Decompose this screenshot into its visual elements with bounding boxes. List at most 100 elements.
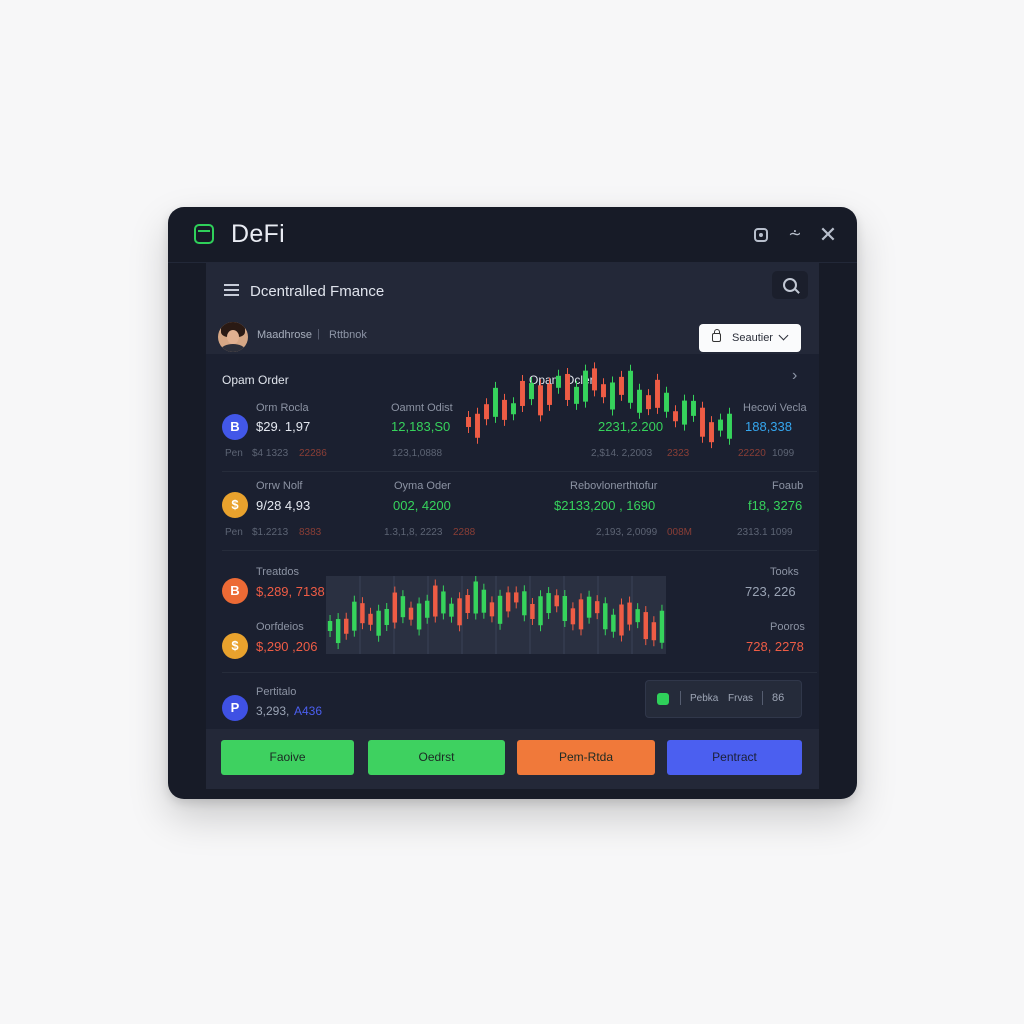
divider bbox=[222, 471, 817, 472]
candle-down bbox=[700, 407, 705, 437]
app-title: DeFi bbox=[231, 220, 285, 248]
candle-down bbox=[465, 595, 470, 614]
search-button[interactable] bbox=[772, 271, 808, 299]
menu-icon[interactable] bbox=[224, 284, 239, 296]
row-value: $29. 1,97 bbox=[256, 419, 311, 434]
candle-up bbox=[376, 610, 381, 636]
portfolio-label: Pertitalo bbox=[256, 686, 297, 698]
candle-down bbox=[646, 395, 651, 410]
candle-up bbox=[522, 591, 527, 616]
row-label: Rebovlonerthtofur bbox=[570, 480, 658, 492]
avatar[interactable] bbox=[218, 322, 248, 352]
candle-down bbox=[547, 383, 552, 405]
candle-up bbox=[682, 400, 687, 425]
orders-panel: Opam Order Opam Ocler. › B Orm Rocla $29… bbox=[206, 354, 819, 729]
candle-up bbox=[352, 601, 357, 631]
settings-icon[interactable] bbox=[750, 224, 772, 246]
market-value: 723, 226 bbox=[745, 584, 796, 599]
market-label: Tooks bbox=[770, 566, 799, 578]
row-sub: 123,1,0888 bbox=[392, 448, 443, 459]
candle-up bbox=[497, 595, 503, 624]
coin-icon: $ bbox=[222, 492, 248, 518]
action-bar: Faoive Oedrst Pem-Rtda Pentract bbox=[206, 729, 819, 789]
candle-up bbox=[384, 608, 389, 625]
candle-down bbox=[392, 592, 398, 623]
candle-down bbox=[475, 413, 480, 438]
candle-up bbox=[481, 589, 487, 613]
candle-up bbox=[424, 600, 430, 618]
close-icon[interactable]: ✕ bbox=[817, 224, 839, 246]
action-button-2[interactable]: Oedrst bbox=[368, 740, 505, 775]
candle-up bbox=[574, 386, 579, 404]
divider bbox=[222, 550, 817, 551]
candle-down bbox=[368, 613, 373, 625]
chevron-down-icon bbox=[778, 330, 789, 341]
pill-label: Pebka bbox=[690, 693, 719, 704]
wallet-icon bbox=[657, 693, 669, 705]
market-label: Treatdos bbox=[256, 566, 300, 578]
section-heading: Opam Order bbox=[222, 373, 289, 387]
candle-up bbox=[586, 596, 592, 618]
candle-up bbox=[556, 375, 561, 388]
candlestick-chart-bottom bbox=[326, 576, 666, 654]
user-separator: | bbox=[317, 328, 320, 340]
candle-down bbox=[673, 411, 678, 422]
candle-down bbox=[484, 404, 489, 420]
candle-up bbox=[493, 387, 498, 417]
row-sub: 22220 bbox=[738, 448, 766, 459]
candle-up bbox=[335, 619, 341, 644]
candle-up bbox=[635, 609, 640, 623]
header-panel: Dcentralled Fmance Maadhrose | Rttbnok S… bbox=[206, 262, 819, 354]
candle-down bbox=[565, 373, 570, 400]
wallet-pill[interactable]: Pebka Frvas 86 bbox=[645, 680, 802, 718]
candle-down bbox=[408, 607, 414, 620]
row-label: Hecovi Vecla bbox=[743, 402, 807, 414]
candle-down bbox=[530, 603, 535, 619]
security-select[interactable]: Seautier bbox=[699, 324, 801, 352]
chevron-right-icon[interactable]: › bbox=[792, 367, 797, 385]
action-button-4[interactable]: Pentract bbox=[667, 740, 802, 775]
portfolio-value: 3,293, bbox=[256, 704, 290, 718]
row-value: 9/28 4,93 bbox=[256, 498, 311, 513]
defi-window: DeFi ⩪ ✕ Dcentralled Fmance Maadhrose | … bbox=[168, 207, 857, 799]
candle-up bbox=[611, 614, 616, 632]
row-sub: Pen bbox=[225, 448, 243, 459]
candle-down bbox=[360, 603, 365, 624]
row-sub: 008M bbox=[667, 527, 693, 538]
candle-up bbox=[637, 389, 642, 413]
row-sub: $4 1323 bbox=[252, 448, 289, 459]
candle-down bbox=[619, 376, 624, 395]
candle-down bbox=[554, 595, 559, 607]
row-label: Orm Rocla bbox=[256, 402, 309, 414]
candle-down bbox=[505, 592, 511, 612]
candle-down bbox=[601, 384, 606, 398]
title-bar: DeFi ⩪ ✕ bbox=[168, 207, 857, 263]
candle-down bbox=[570, 608, 576, 625]
candle-up bbox=[327, 621, 333, 631]
candle-down bbox=[643, 612, 648, 640]
row-label: Oyma Oder bbox=[394, 480, 451, 492]
candle-down bbox=[592, 368, 597, 391]
minimize-icon[interactable]: ⩪ bbox=[784, 224, 806, 246]
candle-up bbox=[664, 392, 669, 412]
candle-up bbox=[441, 591, 446, 614]
candle-down bbox=[627, 602, 632, 625]
candle-down bbox=[578, 599, 584, 630]
candle-up bbox=[718, 419, 723, 431]
row-label: Oamnt Odist bbox=[391, 402, 453, 414]
user-status: Rttbnok bbox=[329, 329, 367, 341]
row-label: Foaub bbox=[772, 480, 804, 492]
pill-label: Frvas bbox=[728, 693, 753, 704]
row-value: f18, 3276 bbox=[748, 498, 803, 513]
app-logo-icon bbox=[194, 224, 214, 244]
action-button-3[interactable]: Pem-Rtda bbox=[517, 740, 655, 775]
candle-up bbox=[659, 610, 665, 643]
candle-up bbox=[562, 596, 568, 622]
coin-icon: B bbox=[222, 414, 248, 440]
market-label: Oorfdeios bbox=[256, 621, 304, 633]
action-button-1[interactable]: Faoive bbox=[221, 740, 354, 775]
row-value: 12,183,S0 bbox=[391, 419, 451, 434]
candlestick-chart-top bbox=[466, 362, 732, 449]
candle-up bbox=[546, 593, 551, 614]
row-sub: 1099 bbox=[772, 448, 795, 459]
